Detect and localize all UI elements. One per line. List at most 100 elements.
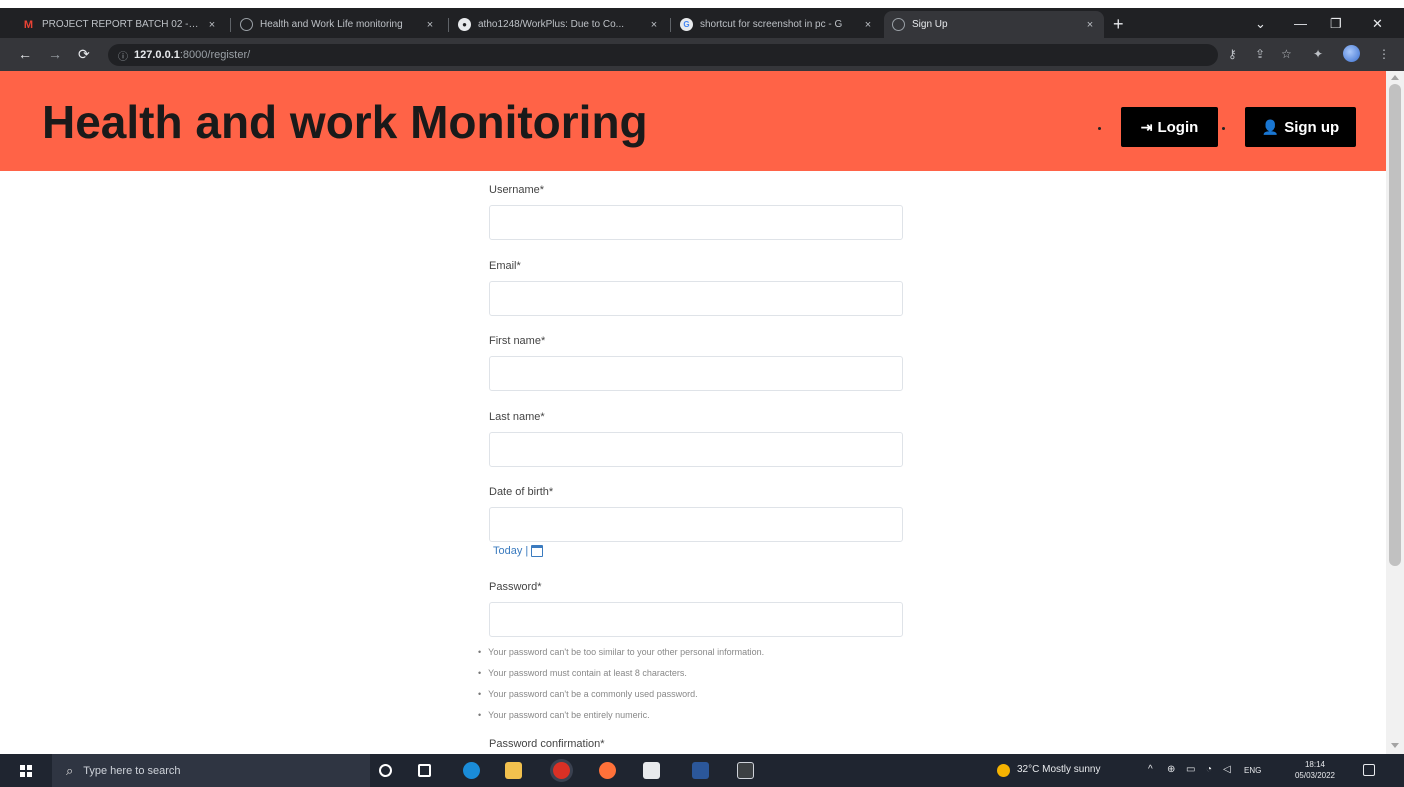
clock-date: 05/03/2022 [1294,771,1336,780]
menu-kebab-icon[interactable]: ⋮ [1378,47,1390,61]
close-icon[interactable]: × [206,19,218,31]
login-button[interactable]: ⇥ Login [1121,107,1218,147]
tab-label: PROJECT REPORT BATCH 02 - ar [42,19,200,30]
scroll-down-arrow-icon[interactable] [1391,743,1399,748]
weather-sun-icon [997,764,1010,777]
back-arrow-icon[interactable]: ← [18,46,32,62]
password-help-list: Your password can't be too similar to yo… [478,644,764,728]
scroll-up-arrow-icon[interactable] [1391,75,1399,80]
tab-label: Health and Work Life monitoring [260,19,403,30]
taskbar-search-box[interactable]: ⌕ Type here to search [52,754,370,787]
nav-dot [1222,127,1225,130]
windows-taskbar: ⌕ Type here to search 32°C Mostly sunny … [0,754,1404,787]
new-tab-button[interactable]: + [1113,15,1124,33]
store-icon[interactable] [643,762,660,779]
github-icon: ● [458,18,471,31]
password-help-item: Your password can't be entirely numeric. [478,707,764,728]
last-name-input[interactable] [489,432,903,467]
gmail-icon: M [23,18,34,31]
today-link-label: Today | [493,545,529,557]
windows-start-icon[interactable] [20,765,32,777]
tab-sign-up[interactable]: Sign Up × [884,11,1104,38]
close-icon[interactable]: × [1084,19,1096,31]
tray-chevron-icon[interactable]: ^ [1148,764,1153,775]
close-icon[interactable]: × [862,19,874,31]
email-input[interactable] [489,281,903,316]
close-icon[interactable]: × [648,19,660,31]
password-confirmation-label: Password confirmation* [489,738,605,750]
language-indicator[interactable]: ENG [1244,766,1261,775]
date-of-birth-input[interactable] [489,507,903,542]
clock-time: 18:14 [1304,760,1326,769]
tab-google-shortcut[interactable]: G shortcut for screenshot in pc - G × [672,11,882,38]
scroll-thumb[interactable] [1389,84,1401,566]
password-input[interactable] [489,602,903,637]
tab-search-icon[interactable]: ⌄ [1255,16,1266,32]
profile-avatar[interactable] [1343,45,1360,62]
forward-arrow-icon[interactable]: → [48,46,62,62]
date-of-birth-label: Date of birth* [489,486,554,498]
tab-label: shortcut for screenshot in pc - G [700,19,843,30]
first-name-label: First name* [489,335,546,347]
url-path: :8000/register/ [179,49,251,61]
task-view-icon[interactable] [418,764,431,777]
user-plus-icon: 👤 [1261,118,1280,135]
google-icon: G [680,18,693,31]
cropped-top-strip [0,0,1404,8]
battery-icon[interactable]: ▭ [1186,764,1195,775]
wifi-icon[interactable]: ◔ [1206,764,1212,775]
address-bar[interactable]: ⓘ 127.0.0.1 :8000/register/ [108,44,1218,66]
last-name-label: Last name* [489,411,545,423]
calendar-icon[interactable] [531,545,544,557]
taskbar-clock[interactable]: 18:14 05/03/2022 [1290,759,1340,781]
chrome-icon[interactable] [553,762,570,779]
password-key-icon[interactable]: ⚷ [1228,47,1237,61]
file-explorer-icon[interactable] [505,762,522,779]
weather-text[interactable]: 32°C Mostly sunny [1017,764,1100,775]
reload-icon[interactable]: ⟳ [78,46,90,62]
close-icon[interactable]: × [424,19,436,31]
volume-icon[interactable]: ◁ [1223,764,1231,775]
login-label: Login [1157,118,1199,136]
password-label: Password* [489,581,542,593]
minimize-button[interactable]: — [1294,16,1307,31]
word-icon[interactable] [692,762,709,779]
first-name-input[interactable] [489,356,903,391]
url-host: 127.0.0.1 [134,49,180,61]
today-date-link[interactable]: Today | [493,545,544,557]
browser-toolbar: ← → ⟳ ⓘ 127.0.0.1 :8000/register/ ⚷ ⇪ ☆ … [0,38,1404,71]
globe-icon [240,18,253,31]
password-help-item: Your password can't be too similar to yo… [478,644,764,665]
page-scrollbar[interactable] [1386,71,1404,754]
signup-label: Sign up [1284,118,1340,136]
cortana-icon[interactable] [379,764,392,777]
tab-health-work[interactable]: Health and Work Life monitoring × [232,11,444,38]
browser-tab-bar: M PROJECT REPORT BATCH 02 - ar × Health … [0,8,1404,38]
login-arrow-icon: ⇥ [1140,118,1153,135]
info-icon[interactable]: ⓘ [118,48,128,63]
terminal-icon[interactable] [737,762,754,779]
tab-label: Sign Up [912,19,948,30]
tab-github-workplus[interactable]: ● atho1248/WorkPlus: Due to Co... × [450,11,668,38]
maximize-button[interactable]: ❐ [1330,16,1342,32]
signup-button[interactable]: 👤 Sign up [1245,107,1356,147]
tab-separator [448,18,449,32]
window-close-button[interactable]: ✕ [1372,16,1383,32]
email-label: Email* [489,260,521,272]
search-placeholder: Type here to search [83,764,181,777]
share-icon[interactable]: ⇪ [1255,47,1265,61]
network-icon[interactable]: ⊕ [1167,764,1175,775]
notification-icon[interactable] [1363,764,1375,776]
tab-separator [230,18,231,32]
username-input[interactable] [489,205,903,240]
site-title: Health and work Monitoring [42,96,648,148]
tab-label: atho1248/WorkPlus: Due to Co... [478,19,625,30]
extensions-icon[interactable]: ✦ [1313,47,1323,61]
edge-icon[interactable] [463,762,480,779]
firefox-icon[interactable] [599,762,616,779]
tab-separator [670,18,671,32]
tab-project-report[interactable]: M PROJECT REPORT BATCH 02 - ar × [14,11,226,38]
username-label: Username* [489,184,545,196]
password-help-item: Your password must contain at least 8 ch… [478,665,764,686]
bookmark-star-icon[interactable]: ☆ [1281,47,1292,61]
